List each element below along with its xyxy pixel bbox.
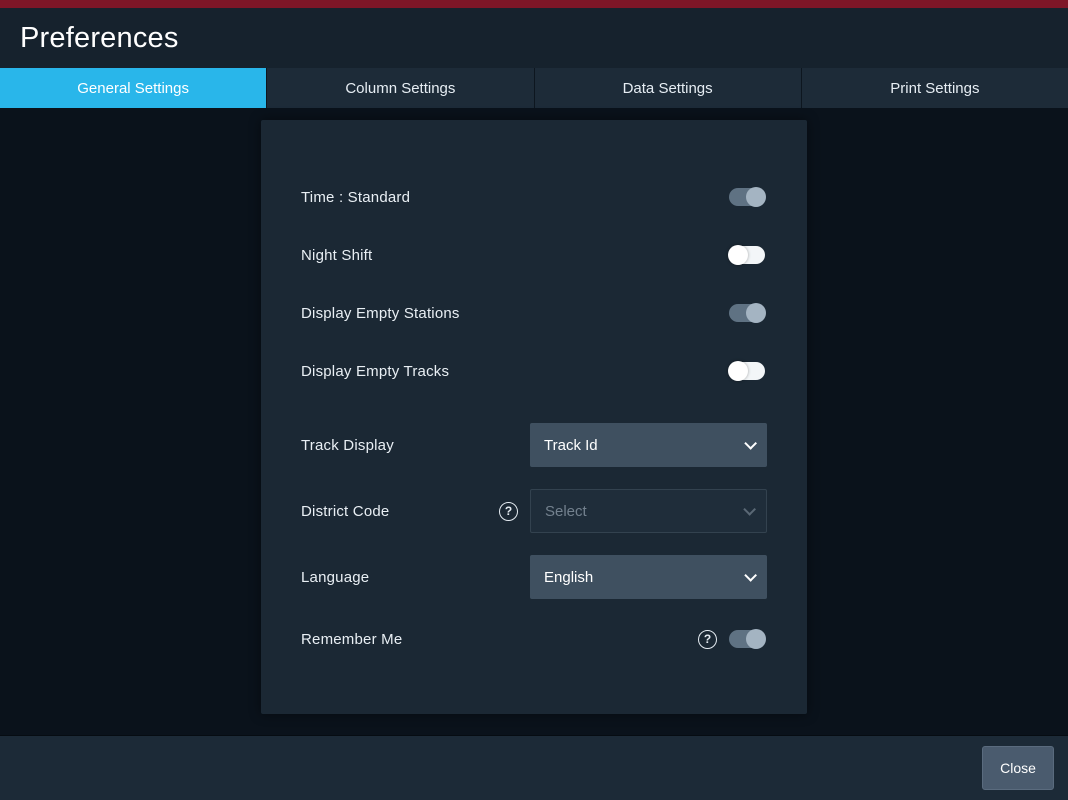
setting-row-language: Language English: [301, 544, 767, 610]
setting-row-display-empty-tracks: Display Empty Tracks: [301, 342, 767, 400]
chevron-down-icon: [744, 436, 757, 450]
display-empty-stations-toggle[interactable]: [729, 303, 766, 323]
tab-print-settings[interactable]: Print Settings: [801, 68, 1068, 108]
remember-me-toggle[interactable]: [729, 629, 766, 649]
setting-label: Track Display: [301, 436, 394, 454]
footer-bar: Close: [0, 735, 1068, 800]
preferences-window: Preferences General Settings Column Sett…: [0, 0, 1068, 800]
select-value: Select: [545, 502, 587, 520]
header: Preferences: [0, 8, 1068, 68]
settings-panel: Time : Standard Night Shift Display Empt…: [261, 120, 807, 714]
track-display-select[interactable]: Track Id: [530, 423, 767, 467]
page-title: Preferences: [20, 21, 179, 54]
close-button[interactable]: Close: [982, 746, 1054, 790]
toggle-knob: [746, 187, 766, 207]
setting-label: Remember Me: [301, 630, 403, 648]
tab-data-settings[interactable]: Data Settings: [534, 68, 802, 108]
toggle-knob: [746, 303, 766, 323]
setting-label: Language: [301, 568, 370, 586]
chevron-down-icon: [744, 568, 757, 582]
select-value: Track Id: [544, 436, 598, 454]
display-empty-tracks-toggle[interactable]: [728, 361, 765, 381]
setting-row-time-standard: Time : Standard: [301, 168, 767, 226]
tab-column-settings[interactable]: Column Settings: [267, 68, 535, 108]
setting-label: Night Shift: [301, 246, 373, 264]
toggle-knob: [728, 245, 748, 265]
language-select[interactable]: English: [530, 555, 767, 599]
select-value: English: [544, 568, 594, 586]
setting-row-remember-me: Remember Me ?: [301, 610, 767, 668]
setting-label: Display Empty Stations: [301, 304, 460, 322]
tab-bar: General Settings Column Settings Data Se…: [0, 68, 1068, 108]
setting-row-night-shift: Night Shift: [301, 226, 767, 284]
night-shift-toggle[interactable]: [728, 245, 765, 265]
setting-row-display-empty-stations: Display Empty Stations: [301, 284, 767, 342]
toggle-knob: [746, 629, 766, 649]
toggle-knob: [728, 361, 748, 381]
setting-row-track-display: Track Display Track Id: [301, 412, 767, 478]
setting-label: Time : Standard: [301, 188, 411, 206]
chevron-down-icon: [743, 502, 756, 516]
setting-label: Display Empty Tracks: [301, 362, 450, 380]
tab-general-settings[interactable]: General Settings: [0, 68, 268, 108]
setting-label: District Code: [301, 502, 390, 520]
top-accent-strip: [0, 0, 1068, 8]
content-area: Time : Standard Night Shift Display Empt…: [0, 108, 1068, 735]
setting-row-district-code: District Code ? Select: [301, 478, 767, 544]
remember-me-help-icon[interactable]: ?: [698, 629, 717, 649]
district-code-help-icon[interactable]: ?: [499, 501, 518, 521]
time-standard-toggle[interactable]: [729, 187, 766, 207]
district-code-select[interactable]: Select: [530, 489, 767, 533]
